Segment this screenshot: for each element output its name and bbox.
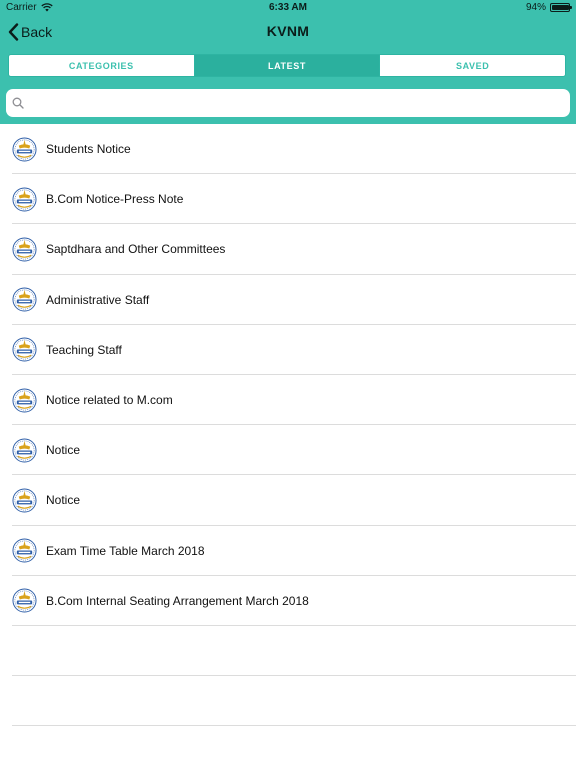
college-logo-icon bbox=[12, 137, 37, 162]
search-input[interactable] bbox=[30, 91, 570, 115]
notice-title: B.Com Internal Seating Arrangement March… bbox=[46, 593, 309, 608]
tab-latest[interactable]: LATEST bbox=[194, 55, 381, 76]
segmented-control: CATEGORIES LATEST SAVED bbox=[8, 54, 566, 77]
empty-list-row bbox=[0, 676, 576, 727]
status-bar: Carrier 6:33 AM 94% bbox=[0, 0, 576, 16]
status-right: 94% bbox=[525, 2, 572, 13]
notice-title: Students Notice bbox=[46, 142, 131, 157]
notice-title: Notice bbox=[46, 443, 81, 458]
notice-list: Students Notice B.Com Notice-Press Note Sa… bbox=[0, 124, 576, 727]
college-logo-icon bbox=[12, 488, 37, 513]
notice-list-item[interactable]: Notice related to M.com bbox=[0, 375, 576, 426]
notice-title: Notice related to M.com bbox=[46, 393, 173, 408]
college-logo-icon bbox=[12, 588, 37, 613]
notice-list-item[interactable]: Students Notice bbox=[0, 124, 576, 175]
college-logo-icon bbox=[12, 388, 37, 413]
search-container bbox=[0, 82, 576, 124]
empty-list-row bbox=[0, 626, 576, 677]
battery-fill bbox=[552, 5, 569, 10]
notice-list-item[interactable]: B.Com Notice-Press Note bbox=[0, 174, 576, 225]
notice-list-item[interactable]: Administrative Staff bbox=[0, 275, 576, 325]
notice-title: Notice bbox=[46, 493, 81, 508]
notice-title: B.Com Notice-Press Note bbox=[46, 192, 184, 207]
search-box[interactable] bbox=[6, 89, 570, 117]
notice-list-item[interactable]: Exam Time Table March 2018 bbox=[0, 526, 576, 576]
college-logo-icon bbox=[12, 438, 37, 463]
search-icon bbox=[12, 97, 24, 109]
notice-list-item[interactable]: Teaching Staff bbox=[0, 325, 576, 376]
navigation-bar: Back KVNM bbox=[0, 16, 576, 48]
college-logo-icon bbox=[12, 538, 37, 563]
battery-icon bbox=[550, 3, 572, 12]
tab-bar-container: CATEGORIES LATEST SAVED bbox=[0, 48, 576, 82]
notice-title: Teaching Staff bbox=[46, 342, 122, 357]
tab-categories[interactable]: CATEGORIES bbox=[9, 55, 195, 76]
page-title: KVNM bbox=[266, 23, 310, 39]
notice-title: Administrative Staff bbox=[46, 292, 150, 307]
notice-title: Saptdhara and Other Committees bbox=[46, 242, 226, 257]
college-logo-icon bbox=[12, 287, 37, 312]
notice-list-item[interactable]: B.Com Internal Seating Arrangement March… bbox=[0, 576, 576, 627]
battery-percent: 94% bbox=[525, 2, 546, 13]
college-logo-icon bbox=[12, 187, 37, 212]
status-time: 6:33 AM bbox=[269, 2, 307, 13]
college-logo-icon bbox=[12, 337, 37, 362]
notice-list-item[interactable]: Notice bbox=[0, 475, 576, 526]
tab-saved[interactable]: SAVED bbox=[380, 55, 565, 76]
notice-list-item[interactable]: Notice bbox=[0, 425, 576, 476]
notice-list-item[interactable]: Saptdhara and Other Committees bbox=[0, 224, 576, 275]
college-logo-icon bbox=[12, 237, 37, 262]
notice-title: Exam Time Table March 2018 bbox=[46, 543, 205, 558]
